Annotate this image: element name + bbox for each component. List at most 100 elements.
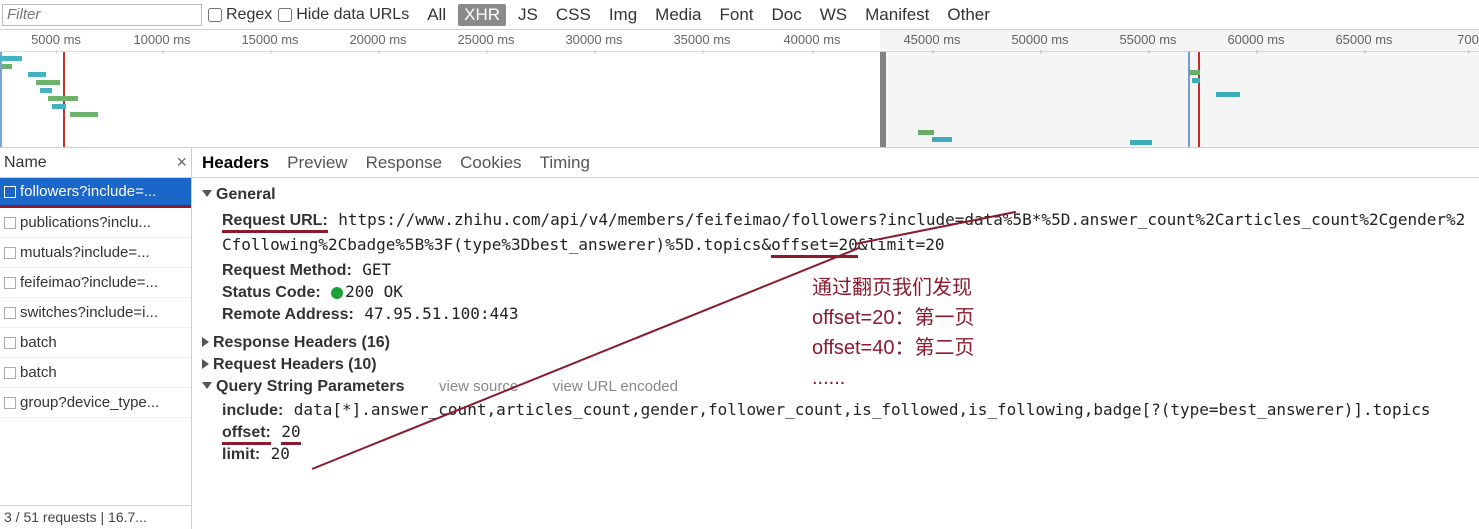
network-toolbar: Regex Hide data URLs All XHR JS CSS Img …	[0, 0, 1479, 30]
network-split: Name × followers?include=... publication…	[0, 148, 1479, 505]
status-text: 3 / 51 requests | 16.7...	[4, 509, 147, 525]
qsp-limit-row: limit: 20	[222, 444, 1469, 464]
type-ws[interactable]: WS	[814, 4, 853, 26]
qsp-limit-value: 20	[271, 444, 290, 463]
type-doc[interactable]: Doc	[766, 4, 808, 26]
section-general[interactable]: General	[202, 186, 1469, 204]
tick: 40000 ms	[783, 32, 840, 47]
request-row[interactable]: followers?include=...	[0, 178, 191, 208]
request-row[interactable]: switches?include=i...	[0, 298, 191, 328]
row-checkbox[interactable]	[4, 247, 16, 259]
request-name: mutuals?include=...	[20, 244, 150, 261]
status-code-value: 200 OK	[331, 282, 403, 301]
type-xhr[interactable]: XHR	[458, 4, 506, 26]
column-name: Name	[4, 154, 47, 172]
wf-bar	[36, 80, 60, 85]
caret-down-icon	[202, 382, 212, 389]
tick: 25000 ms	[457, 32, 514, 47]
request-name: followers?include=...	[20, 183, 156, 200]
request-row[interactable]: batch	[0, 328, 191, 358]
row-checkbox[interactable]	[4, 307, 16, 319]
timeline-overview[interactable]: 5000 ms 10000 ms 15000 ms 20000 ms 25000…	[0, 30, 1479, 148]
row-checkbox[interactable]	[4, 186, 16, 198]
tick: 10000 ms	[133, 32, 190, 47]
wf-bar	[0, 56, 22, 61]
type-img[interactable]: Img	[603, 4, 643, 26]
type-all[interactable]: All	[421, 4, 452, 26]
qsp-offset-row: offset: 20	[222, 422, 1469, 442]
request-row[interactable]: batch	[0, 358, 191, 388]
regex-checkbox[interactable]: Regex	[208, 6, 272, 24]
qsp-limit-label: limit:	[222, 446, 260, 463]
caret-down-icon	[202, 190, 212, 197]
hide-data-urls-box[interactable]	[278, 8, 292, 22]
tab-cookies[interactable]: Cookies	[460, 153, 521, 173]
type-other[interactable]: Other	[941, 4, 996, 26]
row-checkbox[interactable]	[4, 337, 16, 349]
qsp-include-value: data[*].answer_count,articles_count,gend…	[294, 400, 1431, 419]
row-checkbox[interactable]	[4, 397, 16, 409]
row-checkbox[interactable]	[4, 277, 16, 289]
row-checkbox[interactable]	[4, 217, 16, 229]
tick: 15000 ms	[241, 32, 298, 47]
annotation-text: 通过翻页我们发现 offset=20：第一页 offset=40：第二页 ...…	[812, 273, 974, 393]
type-css[interactable]: CSS	[550, 4, 597, 26]
request-url-label: Request URL:	[222, 212, 328, 233]
request-list-header: Name ×	[0, 148, 191, 178]
request-url-value: https://www.zhihu.com/api/v4/members/fei…	[222, 210, 1465, 254]
type-media[interactable]: Media	[649, 4, 707, 26]
regex-checkbox-box[interactable]	[208, 8, 222, 22]
wf-bar	[48, 96, 78, 101]
remote-address-value: 47.95.51.100:443	[364, 304, 518, 323]
status-dot-icon	[331, 287, 343, 299]
regex-label: Regex	[226, 6, 272, 24]
request-list-panel: Name × followers?include=... publication…	[0, 148, 192, 505]
view-source-link[interactable]: view source	[439, 378, 518, 395]
tick: 5000 ms	[31, 32, 81, 47]
type-manifest[interactable]: Manifest	[859, 4, 935, 26]
timeline-selection	[880, 30, 1479, 147]
headers-body: General Request URL: https://www.zhihu.c…	[192, 178, 1479, 505]
wf-bar	[52, 104, 66, 109]
tab-headers[interactable]: Headers	[202, 153, 269, 173]
request-row[interactable]: publications?inclu...	[0, 208, 191, 238]
resource-type-filter: All XHR JS CSS Img Media Font Doc WS Man…	[421, 4, 996, 26]
tick: 35000 ms	[673, 32, 730, 47]
filter-input[interactable]	[2, 4, 202, 26]
caret-right-icon	[202, 337, 209, 347]
qsp-include-row: include: data[*].answer_count,articles_c…	[222, 400, 1469, 420]
request-row[interactable]: feifeimao?include=...	[0, 268, 191, 298]
row-checkbox[interactable]	[4, 367, 16, 379]
request-method-value: GET	[362, 260, 391, 279]
hide-data-urls-label: Hide data URLs	[296, 6, 409, 24]
close-icon[interactable]: ×	[176, 152, 187, 173]
wf-bar	[28, 72, 46, 77]
request-row[interactable]: mutuals?include=...	[0, 238, 191, 268]
qsp-offset-label: offset:	[222, 424, 271, 445]
wf-bar	[40, 88, 52, 93]
timeline-waterfall	[0, 52, 1479, 147]
tab-response[interactable]: Response	[366, 153, 443, 173]
remote-address-label: Remote Address:	[222, 306, 354, 323]
type-js[interactable]: JS	[512, 4, 544, 26]
caret-right-icon	[202, 359, 209, 369]
tab-timing[interactable]: Timing	[540, 153, 590, 173]
view-url-encoded-link[interactable]: view URL encoded	[553, 378, 678, 395]
tick: 20000 ms	[349, 32, 406, 47]
qsp-include-label: include:	[222, 402, 283, 419]
request-name: publications?inclu...	[20, 214, 151, 231]
request-method-label: Request Method:	[222, 262, 352, 279]
wf-bar	[70, 112, 98, 117]
request-row[interactable]: group?device_type...	[0, 388, 191, 418]
request-details-panel: Headers Preview Response Cookies Timing …	[192, 148, 1479, 505]
request-list[interactable]: followers?include=... publications?inclu…	[0, 178, 191, 505]
status-bar: 3 / 51 requests | 16.7...	[0, 505, 192, 529]
tick: 30000 ms	[565, 32, 622, 47]
status-code-label: Status Code:	[222, 284, 321, 301]
qsp-offset-value: 20	[281, 422, 300, 445]
details-tabs: Headers Preview Response Cookies Timing	[192, 148, 1479, 178]
request-name: batch	[20, 364, 57, 381]
type-font[interactable]: Font	[713, 4, 759, 26]
tab-preview[interactable]: Preview	[287, 153, 347, 173]
hide-data-urls-checkbox[interactable]: Hide data URLs	[278, 6, 409, 24]
